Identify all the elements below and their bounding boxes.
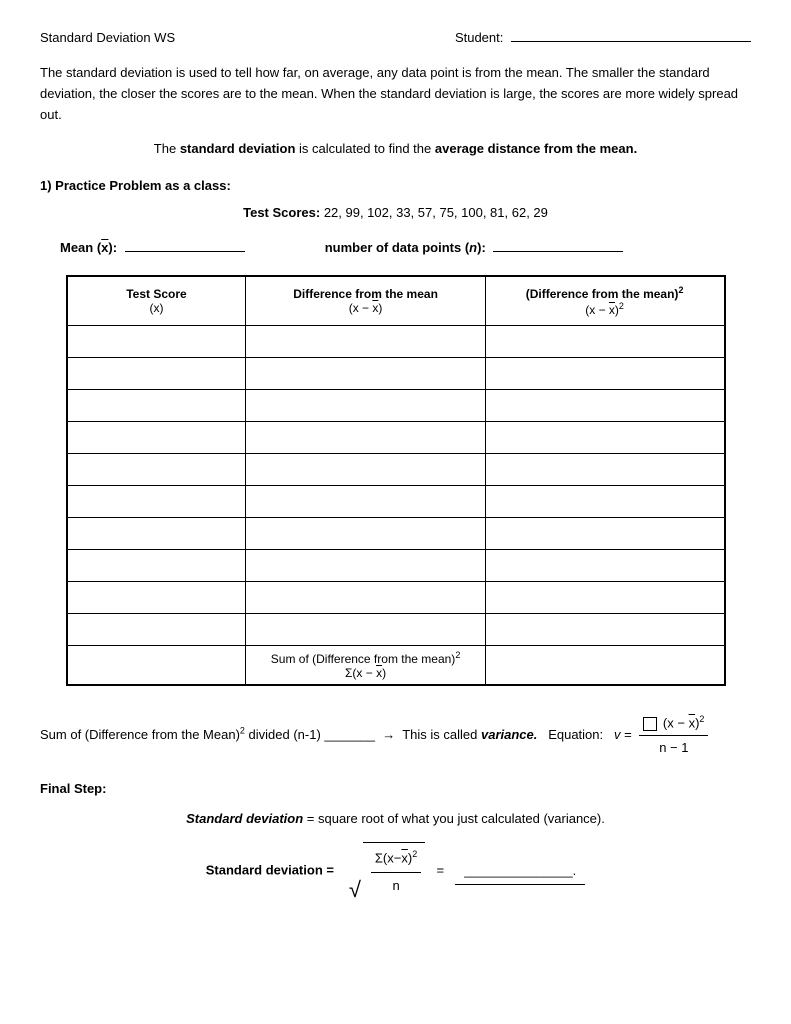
variance-fraction: (x − x)2 n − 1	[639, 711, 708, 759]
final-step-header: Final Step:	[40, 781, 751, 796]
table-row	[67, 550, 725, 582]
n-blank[interactable]	[493, 251, 623, 252]
table-row	[67, 454, 725, 486]
std-dev-def-text: = square root of what you just calculate…	[307, 811, 605, 826]
diff-cell[interactable]	[246, 454, 485, 486]
sqrt-fraction: Σ(x−x)2 n	[371, 845, 421, 898]
table-row	[67, 390, 725, 422]
definition-line: The standard deviation is calculated to …	[40, 139, 751, 160]
data-table: Test Score (x) Difference from the mean …	[66, 275, 726, 686]
score-cell[interactable]	[67, 582, 246, 614]
diff2-cell[interactable]	[485, 518, 724, 550]
n-label: number of data points (n):	[325, 240, 624, 255]
variance-section: Sum of (Difference from the Mean)2 divid…	[40, 711, 751, 759]
diff2-cell[interactable]	[485, 454, 724, 486]
checkbox-icon	[643, 717, 657, 731]
mean-label: Mean (x):	[60, 240, 325, 255]
table-row	[67, 326, 725, 358]
std-dev-formula-line: Standard deviation = √ Σ(x−x)2 n = _____…	[40, 842, 751, 900]
score-cell[interactable]	[67, 454, 246, 486]
score-cell[interactable]	[67, 326, 246, 358]
intro-paragraph: The standard deviation is used to tell h…	[40, 63, 751, 125]
table-row	[67, 358, 725, 390]
test-scores-label: Test Scores:	[243, 205, 320, 220]
sqrt-icon: √	[349, 879, 361, 901]
table-row	[67, 422, 725, 454]
std-dev-bold: Standard deviation	[186, 811, 303, 826]
test-scores-line: Test Scores: 22, 99, 102, 33, 57, 75, 10…	[40, 205, 751, 220]
score-cell[interactable]	[67, 486, 246, 518]
diff-cell[interactable]	[246, 326, 485, 358]
diff2-cell[interactable]	[485, 358, 724, 390]
col-diff-header: Difference from the mean (x − x)	[246, 276, 485, 326]
score-cell[interactable]	[67, 614, 246, 646]
col-diff2-header: (Difference from the mean)2 (x − x)2	[485, 276, 724, 326]
diff-cell[interactable]	[246, 614, 485, 646]
variance-text1: Sum of (Difference from the Mean)2 divid…	[40, 727, 708, 742]
score-cell[interactable]	[67, 550, 246, 582]
diff2-cell[interactable]	[485, 550, 724, 582]
std-dev-definition: Standard deviation = square root of what…	[40, 806, 751, 832]
page-header: Standard Deviation WS Student:	[40, 30, 751, 45]
table-row	[67, 582, 725, 614]
mean-n-row: Mean (x): number of data points (n):	[40, 240, 751, 255]
final-answer-blank[interactable]: _______________.	[455, 858, 585, 885]
score-cell[interactable]	[67, 518, 246, 550]
diff2-cell[interactable]	[485, 422, 724, 454]
sum-empty1	[67, 646, 246, 686]
diff2-cell[interactable]	[485, 614, 724, 646]
diff-cell[interactable]	[246, 486, 485, 518]
sqrt-formula: √ Σ(x−x)2 n	[349, 842, 425, 900]
diff-cell[interactable]	[246, 582, 485, 614]
mean-blank[interactable]	[125, 251, 245, 252]
sqrt-content: Σ(x−x)2 n	[363, 842, 425, 900]
diff2-cell[interactable]	[485, 326, 724, 358]
diff-cell[interactable]	[246, 422, 485, 454]
sum-cell: Sum of (Difference from the mean)2 Σ(x −…	[246, 646, 485, 686]
std-dev-label: Standard deviation =	[206, 863, 334, 878]
table-row	[67, 486, 725, 518]
student-label: Student:	[455, 30, 503, 45]
diff-cell[interactable]	[246, 550, 485, 582]
diff2-cell[interactable]	[485, 486, 724, 518]
sum-row: Sum of (Difference from the mean)2 Σ(x −…	[67, 646, 725, 686]
worksheet-title: Standard Deviation WS	[40, 30, 175, 45]
score-cell[interactable]	[67, 390, 246, 422]
avg-dist-bold: average distance from the mean.	[435, 141, 637, 156]
sum-formula: Σ(x − x)	[345, 666, 386, 680]
std-dev-bold: standard deviation	[180, 141, 296, 156]
sum-empty2[interactable]	[485, 646, 724, 686]
diff-cell[interactable]	[246, 358, 485, 390]
student-blank[interactable]	[511, 41, 751, 42]
score-cell[interactable]	[67, 358, 246, 390]
student-field: Student:	[455, 30, 751, 45]
diff-cell[interactable]	[246, 518, 485, 550]
test-scores-values: 22, 99, 102, 33, 57, 75, 100, 81, 62, 29	[324, 205, 548, 220]
diff-cell[interactable]	[246, 390, 485, 422]
sum-label: Sum of (Difference from the mean)2	[271, 652, 461, 666]
diff2-cell[interactable]	[485, 390, 724, 422]
table-row	[67, 614, 725, 646]
problem1-header: 1) Practice Problem as a class:	[40, 178, 751, 193]
table-row	[67, 518, 725, 550]
diff2-cell[interactable]	[485, 582, 724, 614]
score-cell[interactable]	[67, 422, 246, 454]
col-score-header: Test Score (x)	[67, 276, 246, 326]
